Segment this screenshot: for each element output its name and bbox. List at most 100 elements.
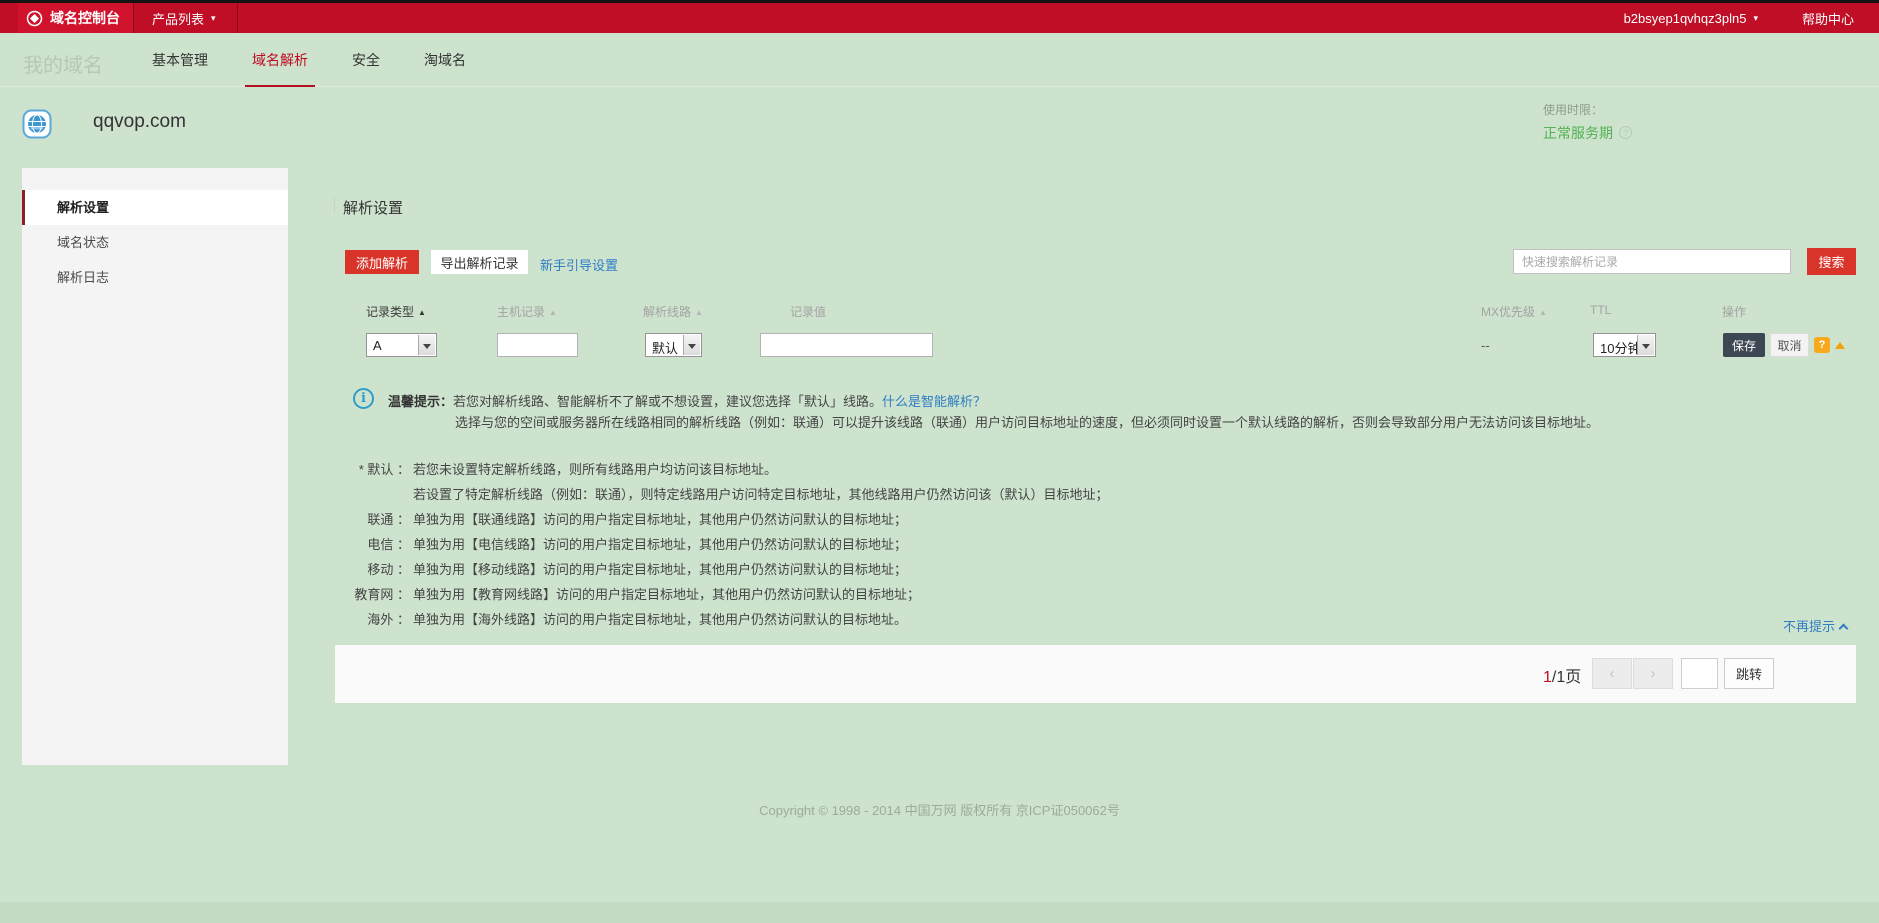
selected-value: 10分钟 [1600, 341, 1641, 356]
logo-icon [26, 10, 43, 26]
page-indicator: 1/1页 [1543, 663, 1581, 687]
col-label: MX优先级 [1481, 305, 1536, 319]
tip-intro-line2: 选择与您的空间或服务器所在线路相同的解析线路（例如：联通）可以提升该线路（联通）… [455, 415, 1600, 430]
selected-value: A [373, 338, 382, 353]
chevron-down-icon: ▾ [1753, 12, 1758, 23]
list-item: 电信 ： 单独为用【电信线路】访问的用户指定目标地址，其他用户仍然访问默认的目标… [300, 531, 1109, 556]
topbar: 域名控制台 产品列表 ▾ b2bsyep1qvhqz3pln5 ▾ 帮助中心 [0, 0, 1879, 33]
caret-up-icon[interactable] [1835, 342, 1845, 349]
next-page-button[interactable]: › [1633, 658, 1673, 689]
guide-settings-link[interactable]: 新手引导设置 [540, 255, 618, 274]
sidebar-item-label: 域名状态 [57, 235, 110, 250]
col-header-record-type[interactable]: 记录类型 ▲ [366, 303, 426, 320]
list-item: 联通 ： 单独为用【联通线路】访问的用户指定目标地址，其他用户仍然访问默认的目标… [300, 506, 1109, 531]
select-arrow-button[interactable] [1637, 335, 1654, 355]
topbar-divider [133, 3, 134, 33]
domain-globe-icon: www [22, 109, 52, 139]
product-list-label: 产品列表 [152, 11, 205, 27]
col-label: 解析线路 [643, 305, 692, 319]
mx-priority-value: -- [1481, 338, 1490, 353]
tab-label: 域名解析 [252, 52, 308, 68]
usage-time-label: 使用时限： [1543, 103, 1604, 117]
line-text: 单独为用【电信线路】访问的用户指定目标地址，其他用户仍然访问默认的目标地址； [413, 537, 908, 552]
tip-intro-text: 若您对解析线路、智能解析不了解或不想设置，建议您选择「默认」线路。 [453, 394, 883, 409]
tab-dns-resolution[interactable]: 域名解析 [230, 33, 330, 87]
sidebar-item-resolution-settings[interactable]: 解析设置 [22, 190, 288, 225]
tip-intro-label: 温馨提示： [388, 394, 454, 409]
pagination-bar: 1/1页 ‹ › 跳转 [335, 645, 1856, 703]
prev-page-button[interactable]: ‹ [1592, 658, 1632, 689]
dismiss-tip-link[interactable]: 不再提示 [1783, 616, 1849, 635]
sidebar-item-resolution-log[interactable]: 解析日志 [22, 260, 288, 295]
page-jump-input[interactable] [1681, 658, 1718, 689]
line-label: 教育网 ： [354, 587, 410, 602]
col-header-record-value: 记录值 [790, 303, 826, 320]
domain-name: qqvop.com [93, 111, 186, 132]
record-type-select[interactable]: A [366, 333, 437, 357]
username: b2bsyep1qvhqz3pln5 [1623, 10, 1747, 26]
line-label: 移动 ： [367, 562, 410, 577]
console-title: 域名控制台 [50, 10, 120, 26]
sidebar-item-domain-status[interactable]: 域名状态 [22, 225, 288, 260]
list-item: 若设置了特定解析线路（例如：联通），则特定线路用户访问特定目标地址，其他线路用户… [300, 481, 1109, 506]
row-help-icon[interactable]: ? [1814, 337, 1830, 353]
page-jump-button[interactable]: 跳转 [1724, 658, 1774, 689]
info-icon: i [353, 388, 374, 409]
logo-block[interactable]: 域名控制台 [18, 3, 133, 33]
col-label: 主机记录 [497, 305, 546, 319]
line-text: 若设置了特定解析线路（例如：联通），则特定线路用户访问特定目标地址，其他线路用户… [413, 487, 1109, 502]
add-record-button[interactable]: 添加解析 [345, 250, 419, 274]
sort-asc-icon: ▲ [1539, 308, 1547, 317]
resolution-line-select[interactable]: 默认 [645, 333, 702, 357]
line-text: 单独为用【联通线路】访问的用户指定目标地址，其他用户仍然访问默认的目标地址； [413, 512, 908, 527]
col-label: 记录类型 [366, 305, 415, 319]
line-text: 若您未设置特定解析线路，则所有线路用户均访问该目标地址。 [413, 462, 778, 477]
line-label: 海外 ： [367, 612, 410, 627]
export-records-button[interactable]: 导出解析记录 [431, 250, 528, 274]
col-header-mx-priority[interactable]: MX优先级 ▲ [1481, 303, 1547, 320]
tabs: 基本管理 域名解析 安全 淘域名 [130, 33, 488, 87]
col-label: TTL [1590, 303, 1612, 317]
tab-security[interactable]: 安全 [330, 33, 402, 87]
current-page: 1 [1543, 669, 1552, 686]
sidebar: 解析设置 域名状态 解析日志 [22, 168, 288, 765]
chevron-down-icon [423, 344, 431, 353]
tab-tao-domain[interactable]: 淘域名 [402, 33, 488, 87]
tab-basic-management[interactable]: 基本管理 [130, 33, 230, 87]
line-label: 电信 ： [367, 537, 410, 552]
page-title: 解析设置 [343, 200, 404, 217]
user-menu[interactable]: b2bsyep1qvhqz3pln5 ▾ [1624, 11, 1758, 26]
col-header-host-record[interactable]: 主机记录 ▲ [497, 303, 557, 320]
copyright-footer: Copyright © 1998 - 2014 中国万网 版权所有 京ICP证0… [759, 803, 1120, 818]
svg-text:www: www [30, 126, 43, 132]
topbar-divider [237, 3, 238, 33]
dismiss-label: 不再提示 [1783, 619, 1836, 634]
selected-value: 默认 [652, 341, 679, 356]
section-title: 我的域名 [23, 55, 103, 77]
search-button[interactable]: 搜索 [1807, 248, 1856, 275]
col-header-action: 操作 [1722, 303, 1746, 320]
service-status: 正常服务期? [1543, 123, 1632, 143]
record-value-input[interactable] [760, 333, 933, 357]
line-text: 单独为用【教育网线路】访问的用户指定目标地址，其他用户仍然访问默认的目标地址； [413, 587, 921, 602]
cancel-button[interactable]: 取消 [1770, 333, 1809, 357]
product-list-menu[interactable]: 产品列表 ▾ [152, 3, 216, 33]
save-button[interactable]: 保存 [1723, 333, 1765, 357]
sort-asc-icon: ▲ [549, 308, 557, 317]
line-text: 单独为用【移动线路】访问的用户指定目标地址，其他用户仍然访问默认的目标地址； [413, 562, 908, 577]
list-item: 教育网 ： 单独为用【教育网线路】访问的用户指定目标地址，其他用户仍然访问默认的… [300, 581, 1109, 606]
domain-header: www qqvop.com 使用时限： 正常服务期? [0, 87, 1879, 168]
col-header-resolution-line[interactable]: 解析线路 ▲ [643, 303, 703, 320]
sort-asc-icon: ▲ [418, 308, 426, 317]
chevron-down-icon [688, 344, 696, 353]
select-arrow-button[interactable] [683, 335, 700, 355]
sidebar-item-label: 解析设置 [57, 200, 110, 215]
what-is-smart-dns-link[interactable]: 什么是智能解析？ [882, 394, 986, 409]
help-center-link[interactable]: 帮助中心 [1802, 9, 1854, 28]
search-input[interactable] [1513, 249, 1791, 274]
status-help-icon[interactable]: ? [1619, 126, 1632, 139]
host-record-input[interactable] [497, 333, 578, 357]
tab-label: 基本管理 [152, 52, 208, 68]
select-arrow-button[interactable] [418, 335, 435, 355]
ttl-select[interactable]: 10分钟 [1593, 333, 1656, 357]
